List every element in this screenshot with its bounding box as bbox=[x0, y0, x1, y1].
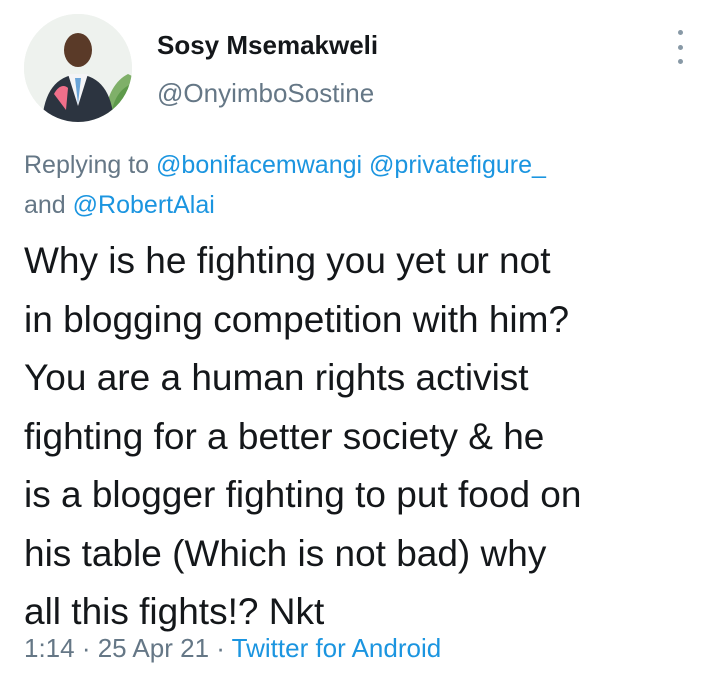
tweet-text: Why is he fighting you yet ur not in blo… bbox=[24, 240, 582, 632]
replying-joiner: and bbox=[24, 191, 73, 219]
avatar[interactable] bbox=[24, 14, 132, 122]
replying-prefix: Replying to bbox=[24, 151, 157, 179]
avatar-photo bbox=[24, 14, 132, 122]
tweet-date[interactable]: 25 Apr 21 bbox=[98, 633, 209, 663]
mention-link[interactable]: @bonifacemwangi bbox=[156, 151, 362, 179]
meta-separator: · bbox=[74, 633, 98, 663]
replying-to: Replying to @bonifacemwangi @privatefigu… bbox=[24, 145, 694, 225]
author-handle[interactable]: @OnyimboSostine bbox=[157, 78, 374, 109]
mention-link[interactable]: @privatefigure_ bbox=[369, 151, 546, 179]
more-vertical-icon[interactable] bbox=[666, 30, 694, 64]
tweet-time[interactable]: 1:14 bbox=[24, 633, 75, 663]
tweet-source-link[interactable]: Twitter for Android bbox=[232, 633, 442, 663]
dot bbox=[677, 59, 683, 64]
mention-link[interactable]: @RobertAlai bbox=[73, 191, 215, 219]
meta-separator: · bbox=[209, 633, 232, 663]
tweet-meta: 1:14 · 25 Apr 21 · Twitter for Android bbox=[24, 633, 441, 664]
author-name[interactable]: Sosy Msemakweli bbox=[157, 30, 378, 61]
dot bbox=[677, 44, 683, 50]
dot bbox=[677, 30, 683, 35]
